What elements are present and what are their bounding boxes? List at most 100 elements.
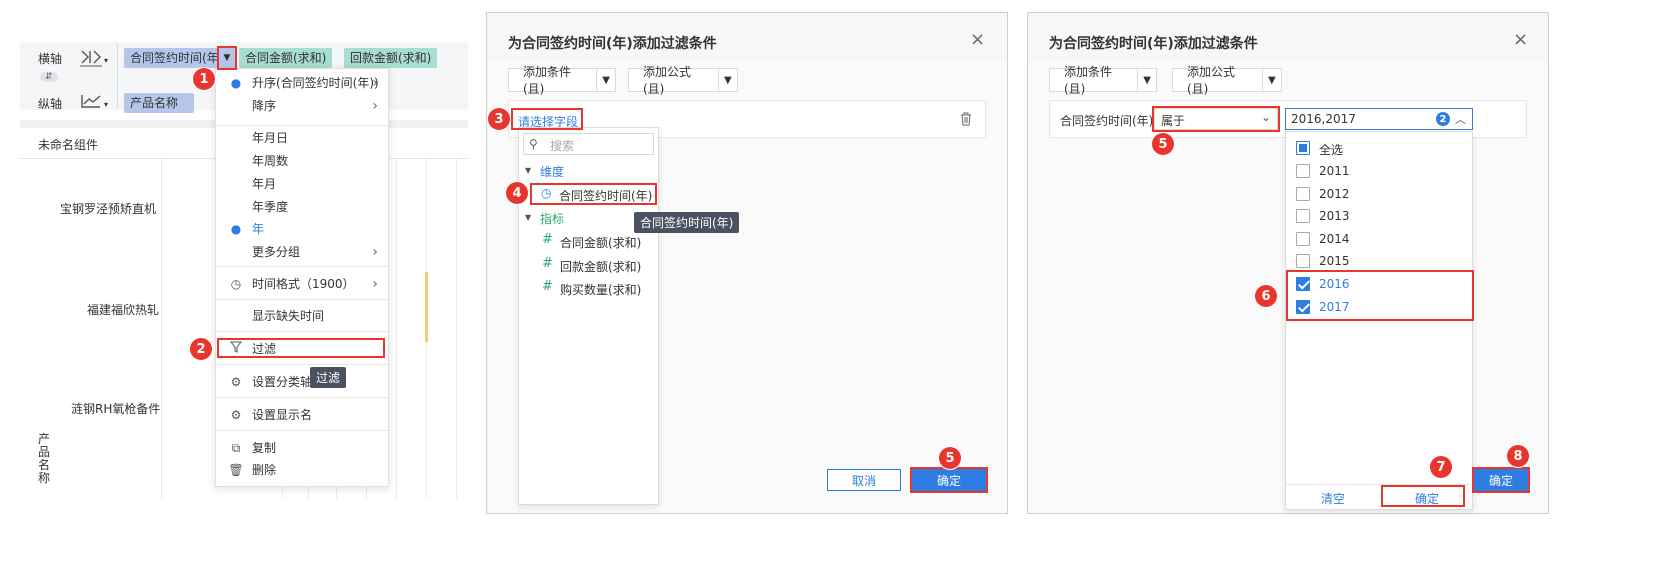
chevron-right-icon: › [372,98,378,114]
menu-item-year-quarter[interactable]: 年季度 [216,196,388,218]
add-condition-button[interactable]: 添加条件(且) ▼ [508,65,616,96]
menu-item-sort-asc[interactable]: ● 升序(合同签约时间(年)) › [216,72,388,94]
year-label: 2015 [1319,254,1350,268]
chevron-right-icon: › [372,244,378,260]
highlight-select-field [511,108,583,130]
year-label: 2013 [1319,209,1350,223]
year-checkbox-2011[interactable] [1296,164,1310,178]
menu-separator [216,266,388,267]
trash-icon[interactable] [959,111,973,127]
selected-dot-icon: ● [230,76,242,90]
measure-field-item[interactable]: # 合同金额(求和) [540,232,654,252]
axis-field-menu: ● 升序(合同签约时间(年)) › 降序 › 年月日 年周数 年月 年季度 ● 年 更多… [215,68,389,487]
year-checkbox-2015[interactable] [1296,254,1310,268]
select-all-checkbox[interactable] [1296,141,1310,155]
menu-item-year-week[interactable]: 年周数 [216,150,388,172]
caret-down-icon: ▼ [1261,69,1281,91]
measure-field-item[interactable]: # 回款金额(求和) [540,256,654,276]
xaxis-chip-contract-year[interactable]: 合同签约时间(年) [124,48,230,68]
year-checkbox-2014[interactable] [1296,232,1310,246]
row-label: 宝钢罗泾预矫直机 [60,202,157,216]
copy-icon: ⧉ [231,441,241,455]
menu-item-set-display-name[interactable]: ⚙ 设置显示名 [216,404,388,426]
menu-item-time-format[interactable]: ◷ 时间格式（1900） › [216,273,388,295]
step-badge-1: 1 [193,68,215,90]
year-label: 2014 [1319,232,1350,246]
menu-item-show-missing[interactable]: 显示缺失时间 [216,305,388,327]
xaxis-type-icon[interactable] [78,48,104,68]
yaxis-vertical-label: 产品名称 [38,432,51,485]
swap-axes-icon[interactable]: ⇵ [40,72,58,82]
add-condition-button[interactable]: 添加条件(且) ▼ [1049,65,1157,96]
caret-down-icon: ▼ [596,69,615,91]
add-formula-button[interactable]: 添加公式(且) ▼ [1172,65,1282,96]
selected-dot-icon: ● [230,222,242,236]
row-label: 福建福欣热轧 [87,303,160,317]
menu-separator [216,397,388,398]
year-checkbox-2013[interactable] [1296,209,1310,223]
value-select[interactable]: 2016,2017 2 ︿ [1285,108,1473,130]
row-label: 涟钢RH氧枪备件 [71,402,161,416]
chevron-right-icon: › [372,276,378,292]
highlight-confirm-button [910,467,988,493]
caret-down-icon: ▼ [717,69,737,91]
grid-line [396,159,397,499]
menu-separator [216,299,388,300]
highlight-years [1286,270,1474,321]
xaxis-type-caret-icon[interactable]: ▾ [104,56,108,65]
field-search-box[interactable]: ⚲ 搜索 [523,133,654,155]
step-badge-6: 6 [1255,285,1277,307]
dialog-title: 为合同签约时间(年)添加过滤条件 [508,36,717,52]
menu-item-year-month[interactable]: 年月 [216,173,388,195]
menu-item-ymd[interactable]: 年月日 [216,127,388,149]
close-icon[interactable]: × [970,29,985,50]
dialog-title: 为合同签约时间(年)添加过滤条件 [1049,36,1258,52]
search-input[interactable]: 搜索 [550,137,574,154]
year-label: 2011 [1319,164,1350,178]
dimension-group-label: 维度 [540,165,565,179]
step-badge-4: 4 [506,182,528,204]
xaxis-label: 横轴 [38,52,63,66]
collapse-caret-icon[interactable]: ▼ [525,213,531,222]
collapse-caret-icon[interactable]: ▼ [525,166,531,175]
select-all-label: 全选 [1319,143,1344,157]
step-badge-8: 8 [1507,445,1529,467]
menu-item-set-category-axis[interactable]: ⚙ 设置分类轴 [216,371,388,393]
menu-item-copy[interactable]: ⧉ 复制 [216,437,388,459]
grid-line [161,159,162,499]
yaxis-label: 纵轴 [38,97,63,111]
condition-field-label: 合同签约时间(年) [1060,114,1154,128]
add-formula-button[interactable]: 添加公式(且) ▼ [628,65,738,96]
menu-item-more-group[interactable]: 更多分组 › [216,241,388,263]
yaxis-type-icon[interactable] [78,92,104,112]
search-icon: ⚲ [529,137,538,151]
yaxis-chip-product-name[interactable]: 产品名称 [124,93,194,113]
chevron-up-icon: ︿ [1455,113,1466,126]
axis-divider [117,44,118,108]
caret-down-icon: ▼ [1137,69,1156,91]
menu-separator [216,364,388,365]
year-label: 2012 [1319,187,1350,201]
year-checkbox-2012[interactable] [1296,187,1310,201]
menu-item-year[interactable]: ● 年 [216,218,388,240]
gear-icon: ⚙ [230,408,242,422]
highlight-chip-dropdown [217,46,237,70]
highlight-operator [1152,106,1280,132]
close-icon[interactable]: × [1513,29,1528,50]
menu-item-sort-desc[interactable]: 降序 › [216,95,388,117]
xaxis-chip-payment-amount[interactable]: 回款金额(求和) [344,48,438,68]
trash-icon: 🗑 [228,463,244,477]
cancel-button[interactable]: 取消 [827,469,901,491]
selected-count-badge: 2 [1436,112,1450,126]
menu-separator [216,125,388,126]
clear-button[interactable]: 清空 [1321,490,1345,507]
menu-separator [216,331,388,332]
field-tooltip: 合同签约时间(年) [634,212,740,233]
highlight-filter-item [217,338,385,358]
xaxis-chip-contract-amount[interactable]: 合同金额(求和) [239,48,333,68]
filter-tooltip: 过滤 [310,367,347,388]
measure-field-item[interactable]: # 购买数量(求和) [540,279,654,299]
menu-item-delete[interactable]: 🗑 删除 [216,459,388,481]
yaxis-type-caret-icon[interactable]: ▾ [104,100,108,109]
clock-icon: ◷ [230,277,242,291]
